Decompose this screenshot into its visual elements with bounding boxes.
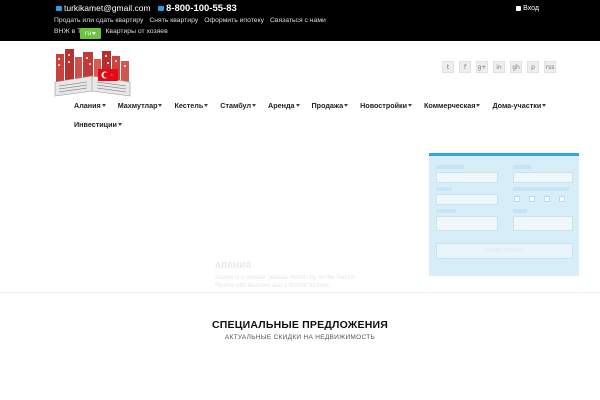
- chevron-down-icon: [344, 104, 349, 107]
- chevron-down-icon: [476, 104, 481, 107]
- search-label-type: [513, 165, 531, 169]
- nav-label: Махмутлар: [117, 101, 158, 110]
- nav-item-kestel[interactable]: Кестель: [174, 101, 209, 110]
- special-offers-title: СПЕЦИАЛЬНЫЕ ПРЕДЛОЖЕНИЯ: [212, 319, 388, 331]
- login-link[interactable]: Вход: [516, 5, 539, 12]
- nav-item-istanbul[interactable]: Стамбул: [220, 101, 257, 110]
- email-contact[interactable]: turkikamet@gmail.com: [56, 3, 151, 13]
- top-link-rent[interactable]: Снять квартиру: [149, 16, 198, 26]
- special-offers-subtitle: АКТУАЛЬНЫЕ СКИДКИ НА НЕДВИЖИМОСТЬ: [224, 334, 376, 341]
- pinterest-icon[interactable]: p: [527, 61, 539, 73]
- search-label-location: [436, 165, 464, 169]
- nav-label: Стамбул: [220, 101, 252, 110]
- nav-label: Кестель: [174, 101, 204, 110]
- phone-contact[interactable]: 8-800-100-55-83: [158, 3, 237, 14]
- chevron-down-icon: [92, 32, 97, 35]
- section-divider: [0, 292, 600, 293]
- rooms-select[interactable]: [436, 194, 498, 205]
- type-select[interactable]: [513, 172, 573, 183]
- nav-item-new-buildings[interactable]: Новостройки: [360, 101, 413, 110]
- nav-label: Дома-участки: [492, 101, 542, 110]
- nav-label: Инвестиции: [74, 120, 117, 129]
- chevron-down-icon: [408, 104, 413, 107]
- top-links: Продать или сдать квартиру Снять квартир…: [54, 16, 376, 37]
- hero-description: Alanya is a popular seaside resort city …: [215, 275, 356, 289]
- top-link-sell[interactable]: Продать или сдать квартиру: [54, 16, 143, 26]
- search-label-features: [513, 187, 569, 191]
- envelope-icon: [56, 5, 62, 11]
- chevron-down-icon: [101, 104, 106, 107]
- top-link-mortgage[interactable]: Оформить ипотеку: [204, 16, 264, 26]
- hero-title: АЛАНИЯ: [215, 261, 252, 270]
- search-label-rooms: [436, 187, 452, 191]
- language-label: ru: [84, 30, 92, 37]
- chevron-down-icon: [117, 123, 122, 126]
- feature-checkbox[interactable]: [544, 196, 550, 202]
- login-label[interactable]: Вход: [523, 5, 539, 12]
- main-nav: Алания Махмутлар Кестель Стамбул Аренда …: [74, 101, 554, 129]
- feature-checkbox[interactable]: [514, 196, 520, 202]
- github-icon[interactable]: gh: [510, 61, 522, 73]
- top-link-contact[interactable]: Связаться с нами: [270, 16, 326, 26]
- facebook-icon[interactable]: f: [459, 61, 471, 73]
- price-from-input[interactable]: [436, 216, 498, 231]
- linkedin-icon[interactable]: in: [493, 61, 505, 73]
- logo-graphic: [54, 49, 131, 97]
- nav-item-houses-plots[interactable]: Дома-участки: [492, 101, 547, 110]
- lock-icon: [516, 6, 522, 11]
- nav-label: Новостройки: [360, 101, 408, 110]
- nav-item-investments[interactable]: Инвестиции: [74, 120, 122, 129]
- email-text[interactable]: turkikamet@gmail.com: [64, 3, 151, 13]
- chevron-down-icon: [295, 104, 300, 107]
- search-label-price-to: [513, 209, 527, 213]
- search-label-price-from: [436, 209, 456, 213]
- language-selector[interactable]: ru: [80, 28, 101, 39]
- feature-checkbox[interactable]: [559, 196, 565, 202]
- feature-checkbox[interactable]: [529, 196, 535, 202]
- chevron-down-icon: [252, 104, 257, 107]
- nav-item-commercial[interactable]: Коммерческая: [424, 101, 481, 110]
- hero-caption: АЛАНИЯ Alanya is a popular seaside resor…: [215, 261, 365, 290]
- nav-item-mahmutlar[interactable]: Махмутлар: [118, 101, 163, 110]
- nav-label: Алания: [74, 101, 101, 110]
- top-link-owners[interactable]: Квартиры от хозяев: [105, 27, 167, 37]
- nav-label: Коммерческая: [424, 101, 476, 110]
- nav-label: Аренда: [268, 101, 295, 110]
- price-to-input[interactable]: [513, 216, 573, 231]
- rss-icon[interactable]: rss: [544, 61, 556, 73]
- twitter-icon[interactable]: t: [442, 61, 454, 73]
- top-bar: turkikamet@gmail.com 8-800-100-55-83 Вхо…: [0, 0, 600, 41]
- chevron-down-icon: [542, 104, 547, 107]
- google-plus-icon[interactable]: g+: [476, 61, 488, 73]
- phone-text[interactable]: 8-800-100-55-83: [166, 3, 237, 14]
- nav-item-sale[interactable]: Продажа: [312, 101, 349, 110]
- location-select[interactable]: [436, 172, 498, 183]
- chevron-down-icon: [204, 104, 209, 107]
- search-button[interactable]: НАЙТИ ОБЪЕКТ: [436, 243, 573, 259]
- nav-label: Продажа: [311, 101, 344, 110]
- phone-icon: [158, 6, 164, 11]
- site-logo[interactable]: [54, 49, 131, 99]
- nav-item-alanya[interactable]: Алания: [74, 101, 106, 110]
- nav-item-rent[interactable]: Аренда: [268, 101, 300, 110]
- chevron-down-icon: [158, 104, 163, 107]
- social-links: t f g+ in gh p rss: [442, 61, 556, 73]
